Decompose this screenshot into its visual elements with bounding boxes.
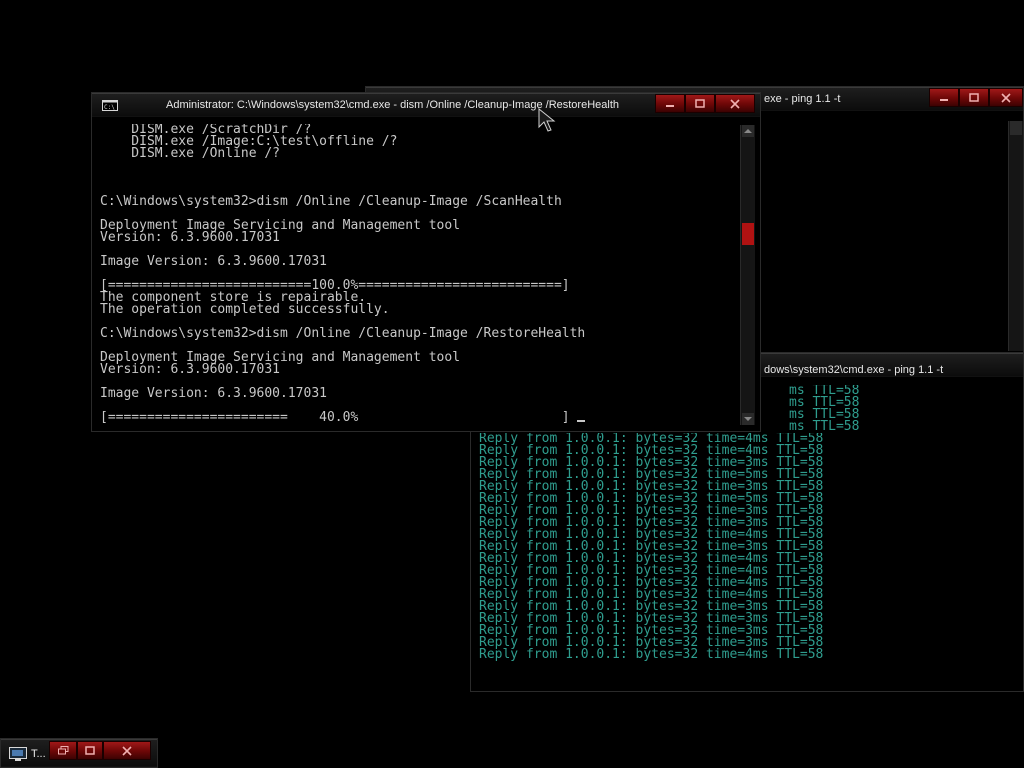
vertical-scrollbar[interactable] <box>1008 121 1023 351</box>
title-bar[interactable]: C:\ Administrator: C:\Windows\system32\c… <box>92 93 760 117</box>
restore-button[interactable] <box>49 741 77 760</box>
minimize-icon <box>666 104 674 107</box>
close-button[interactable] <box>103 741 151 760</box>
window-title: T... <box>31 748 46 760</box>
output-line: Reply from 1.0.0.1: bytes=32 time=4ms TT… <box>479 647 824 661</box>
chevron-up-icon <box>744 129 752 133</box>
scroll-down-button[interactable] <box>742 413 754 425</box>
maximize-icon <box>969 93 979 102</box>
maximize-button[interactable] <box>959 88 989 107</box>
console-icon: C:\ <box>102 100 118 111</box>
svg-text:C:\: C:\ <box>104 104 115 111</box>
output-line: DISM.exe /Online /? <box>100 146 281 161</box>
maximize-button[interactable] <box>685 94 715 113</box>
output-line: C:\Windows\system32>dism /Online /Cleanu… <box>100 194 562 209</box>
window-title: dows\system32\cmd.exe - ping 1.1 -t <box>764 364 944 376</box>
ping-output: Reply from 1.0.0.1: bytes=32 time=4ms TT… <box>479 433 823 661</box>
window-title: exe - ping 1.1 -t <box>764 93 841 105</box>
chevron-down-icon <box>744 417 752 421</box>
output-line: Image Version: 6.3.9600.17031 <box>100 254 327 269</box>
output-line: The operation completed successfully. <box>100 302 390 317</box>
close-icon <box>730 98 740 109</box>
window-controls <box>655 94 755 114</box>
output-line: C:\Windows\system32>dism /Online /Cleanu… <box>100 326 586 341</box>
output-line: [======================= 40.0% ] <box>100 410 570 425</box>
close-icon <box>1001 92 1011 103</box>
console-output: DISM.exe /ScratchDir /? DISM.exe /Image:… <box>100 124 740 426</box>
text-cursor <box>577 420 586 422</box>
maximize-button[interactable] <box>77 741 103 760</box>
output-line: ms TTL=58 <box>789 419 860 433</box>
output-line: Image Version: 6.3.9600.17031 <box>100 386 327 401</box>
vertical-scrollbar[interactable] <box>740 125 755 425</box>
close-button[interactable] <box>989 88 1023 107</box>
window-controls <box>49 741 151 761</box>
close-button[interactable] <box>715 94 755 113</box>
scrollbar-thumb[interactable] <box>742 223 754 245</box>
title-bar[interactable]: T... <box>1 739 157 767</box>
restore-icon <box>57 746 68 755</box>
minimize-button[interactable] <box>929 88 959 107</box>
window-controls <box>929 88 1023 108</box>
minimized-window[interactable]: T... <box>0 738 158 768</box>
mouse-pointer-icon <box>538 108 556 132</box>
scrollbar-thumb[interactable] <box>1010 121 1022 135</box>
ping-partial-output: ms TTL=58 ms TTL=58 ms TTL=58 ms TTL=58 <box>789 385 859 433</box>
maximize-icon <box>695 99 705 108</box>
minimize-icon <box>940 98 948 101</box>
minimize-button[interactable] <box>655 94 685 113</box>
console-icon <box>9 747 27 761</box>
output-line: Version: 6.3.9600.17031 <box>100 230 281 245</box>
dism-console-window[interactable]: C:\ Administrator: C:\Windows\system32\c… <box>91 92 761 432</box>
close-icon <box>122 745 132 756</box>
output-line: Version: 6.3.9600.17031 <box>100 362 281 377</box>
scroll-up-button[interactable] <box>742 125 754 137</box>
maximize-icon <box>85 746 95 755</box>
